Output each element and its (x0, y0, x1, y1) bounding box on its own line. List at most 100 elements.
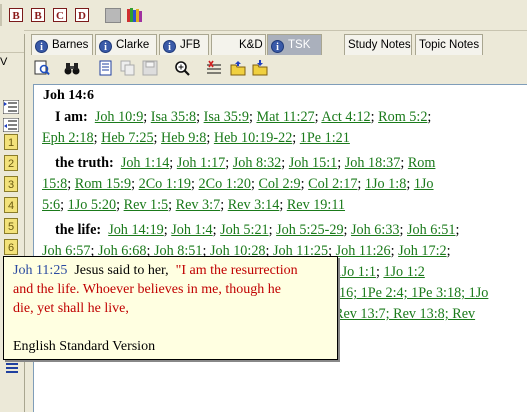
tab-topic-notes[interactable]: Topic Notes (415, 34, 483, 55)
tab-label: K&D (239, 39, 263, 51)
tooltip-quote-1: "I am the resurrection (175, 263, 298, 278)
scripture-link[interactable]: Joh 8:32 (233, 155, 281, 171)
tooltip-quote-3: die, yet shall he live, (13, 301, 129, 316)
info-icon: i (99, 40, 112, 53)
scripture-link[interactable]: Col 2:17 (308, 176, 357, 192)
scripture-link[interactable]: Eph 2:18 (42, 130, 94, 146)
scripture-link[interactable]: Joh 6:51 (407, 222, 455, 238)
note-button-3[interactable]: 3 (4, 176, 18, 192)
scripture-link[interactable]: 1Jo 1:8 (365, 176, 406, 192)
scripture-link[interactable]: Rev 1:5 (124, 197, 169, 213)
info-icon: i (271, 40, 284, 53)
scripture-link[interactable]: Heb 7:25 (101, 130, 153, 146)
tab-label: Topic Notes (419, 39, 480, 51)
tab-barnes[interactable]: i Barnes (31, 34, 93, 55)
scripture-link[interactable]: Heb 10:19-22 (214, 130, 292, 146)
info-icon: i (35, 40, 48, 53)
main-toolbar: B B C D (0, 0, 527, 31)
reference-line: 5:6; 1Jo 5:20; Rev 1:5; Rev 3:7; Rev 3:1… (42, 197, 346, 213)
scripture-link[interactable]: 2Co 1:20 (199, 176, 251, 192)
books-icon[interactable] (126, 7, 144, 23)
reference-line: the life: Joh 14:19; Joh 1:4; Joh 5:21; … (55, 222, 460, 238)
reference-line: I am: Joh 10:9; Isa 35:8; Isa 35:9; Mat … (55, 109, 432, 125)
scripture-link[interactable]: Joh 18:37 (345, 155, 401, 171)
folder-down-icon[interactable] (252, 60, 268, 76)
section-label: I am: (55, 109, 88, 125)
scripture-link[interactable]: Heb 9:8 (161, 130, 206, 146)
save-icon[interactable] (142, 60, 158, 76)
tooltip-quote-2: and the life. Whoever believes in me, th… (13, 282, 281, 297)
scripture-link[interactable]: 1Pe 1:21 (300, 130, 350, 146)
commentary-content: Joh 14:6 I am: Joh 10:9; Isa 35:8; Isa 3… (33, 84, 527, 412)
reference-line-partial[interactable]: 16; 1Pe 2:4; 1Pe 3:18; 1Jo (339, 283, 488, 304)
note-button-5[interactable]: 5 (4, 218, 18, 234)
highlight-icon[interactable] (206, 60, 222, 76)
tab-label: Study Notes (348, 39, 411, 51)
grey-box-icon[interactable] (105, 8, 121, 23)
note-button-4[interactable]: 4 (4, 197, 18, 213)
scripture-link[interactable]: Joh 1:17 (177, 155, 225, 171)
copy-icon[interactable] (120, 60, 136, 76)
scripture-link[interactable]: 2Co 1:19 (139, 176, 191, 192)
reference-line: the truth: Joh 1:14; Joh 1:17; Joh 8:32;… (55, 155, 436, 171)
scripture-link[interactable]: 1Jo 1:1 (335, 264, 376, 280)
scripture-link[interactable]: 15:8 (42, 176, 67, 192)
scripture-link[interactable]: Rev 3:7 (176, 197, 221, 213)
scripture-link[interactable]: Rom 5:2 (378, 109, 427, 125)
reference-line-partial[interactable]: Rev 13:7; Rev 13:8; Rev (334, 304, 475, 325)
toolbar-button-b[interactable]: B (9, 8, 23, 22)
scripture-link[interactable]: Rom (408, 155, 436, 171)
scripture-link[interactable]: Joh 5:25-29 (276, 222, 343, 238)
note-button-6[interactable]: 6 (4, 239, 18, 255)
tab-tsk[interactable]: i TSK (267, 34, 322, 55)
tab-clarke[interactable]: i Clarke (95, 34, 157, 55)
scripture-link[interactable]: Rev 19:11 (287, 197, 345, 213)
scripture-link[interactable]: Joh 11:26 (336, 243, 391, 259)
scripture-link[interactable]: Act 4:12 (321, 109, 370, 125)
toolbar-button-d[interactable]: D (75, 8, 89, 22)
search-icon[interactable] (34, 60, 50, 76)
scripture-link[interactable]: 5:6 (42, 197, 60, 213)
left-v-label[interactable]: V (0, 56, 24, 72)
tab-kd[interactable]: K&D (211, 34, 266, 55)
scripture-link[interactable]: Rom 15:9 (75, 176, 131, 192)
toolbar-grip (0, 4, 2, 26)
scripture-link[interactable]: Joh 17:2 (398, 243, 446, 259)
verse-tooltip: Joh 11:25 Jesus said to her, "I am the r… (3, 256, 338, 360)
left-tab-stub[interactable] (0, 30, 24, 53)
toolbar-button-c[interactable]: C (53, 8, 67, 22)
folder-up-icon[interactable] (230, 60, 246, 76)
list-expand-icon[interactable] (3, 100, 19, 114)
scripture-link[interactable]: Mat 11:27 (256, 109, 314, 125)
info-icon: i (163, 40, 176, 53)
list-icon[interactable] (4, 362, 20, 374)
list-collapse-icon[interactable] (3, 118, 19, 132)
scripture-link[interactable]: Col 2:9 (258, 176, 300, 192)
commentary-toolbar (26, 57, 527, 81)
scripture-link[interactable]: Isa 35:8 (151, 109, 196, 125)
zoom-icon[interactable] (174, 60, 190, 76)
toolbar-button-b-2[interactable]: B (31, 8, 45, 22)
scripture-link[interactable]: 1Jo 1:2 (383, 264, 424, 280)
tab-study-notes[interactable]: Study Notes (344, 34, 412, 55)
scripture-link[interactable]: Joh 6:33 (351, 222, 399, 238)
scripture-link[interactable]: Joh 14:19 (108, 222, 164, 238)
scripture-link[interactable]: Joh 10:9 (95, 109, 143, 125)
scripture-link[interactable]: Joh 15:1 (289, 155, 337, 171)
scripture-link[interactable]: 1Jo (414, 176, 434, 192)
scripture-link[interactable]: Joh 5:21 (220, 222, 268, 238)
scripture-link[interactable]: 1Jo 5:20 (68, 197, 116, 213)
document-icon[interactable] (98, 60, 114, 76)
section-label: the life: (55, 222, 102, 238)
scripture-link[interactable]: Rev 3:14 (228, 197, 280, 213)
scripture-link[interactable]: Joh 1:14 (121, 155, 169, 171)
binoculars-icon[interactable] (64, 60, 80, 76)
note-button-1[interactable]: 1 (4, 134, 18, 150)
scripture-link[interactable]: Joh 1:4 (171, 222, 212, 238)
tab-jfb[interactable]: i JFB (159, 34, 209, 55)
reference-line: Eph 2:18; Heb 7:25; Heb 9:8; Heb 10:19-2… (42, 130, 350, 146)
tooltip-line-1: Joh 11:25 Jesus said to her, "I am the r… (13, 263, 298, 279)
scripture-link[interactable]: Isa 35:9 (204, 109, 249, 125)
note-button-2[interactable]: 2 (4, 155, 18, 171)
tab-label: TSK (288, 39, 311, 51)
